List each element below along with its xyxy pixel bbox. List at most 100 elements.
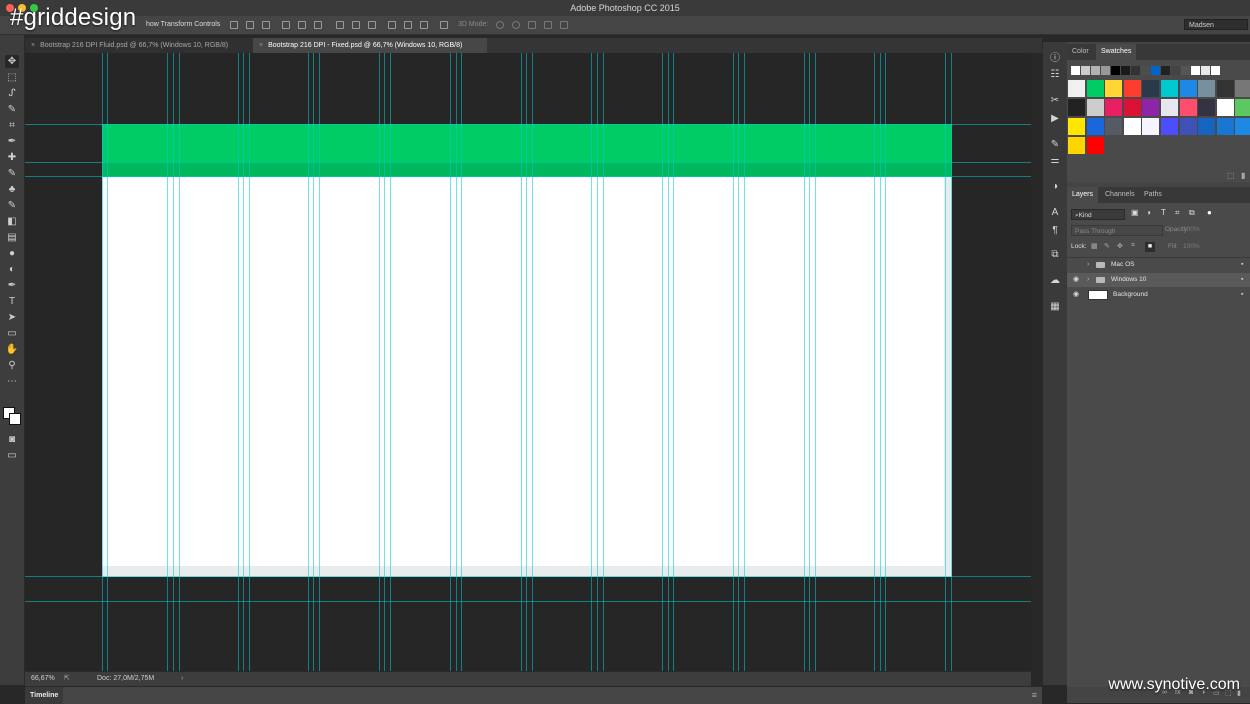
dodge-tool-icon[interactable]: ◐ [5, 263, 19, 276]
filter-toggle-icon[interactable]: ● [1207, 208, 1212, 217]
layer-row[interactable]: ◉ Background ▪ [1067, 288, 1250, 302]
align-bottom-icon[interactable] [262, 21, 270, 29]
properties-icon[interactable]: ⚌ [1048, 154, 1062, 167]
opacity-field[interactable]: 100% [1183, 226, 1200, 233]
filter-type-icon[interactable]: T [1161, 208, 1166, 217]
layer-row[interactable]: › Mac OS ▪ [1067, 258, 1250, 272]
swatch[interactable] [1235, 118, 1250, 135]
swatch[interactable] [1198, 80, 1216, 97]
swatch[interactable] [1161, 66, 1170, 75]
type-tool-icon[interactable]: T [5, 295, 19, 308]
3d-roll-icon[interactable] [512, 21, 520, 29]
screen-mode-icon[interactable]: ▭ [5, 449, 19, 462]
new-swatch-icon[interactable]: ⬚ [1227, 171, 1235, 180]
swatch[interactable] [1161, 80, 1178, 97]
swatch[interactable] [1201, 66, 1210, 75]
show-transform-controls-label[interactable]: how Transform Controls [146, 16, 220, 34]
fill-field[interactable]: 100% [1183, 243, 1200, 250]
swatch[interactable] [1198, 99, 1216, 116]
filter-kind-select[interactable]: ⌕Kind [1071, 209, 1125, 220]
lock-image-icon[interactable]: ✎ [1104, 242, 1110, 250]
navigator-icon[interactable]: ▦ [1048, 300, 1062, 313]
swatch[interactable] [1071, 66, 1080, 75]
filter-pixel-icon[interactable]: ▣ [1131, 208, 1139, 217]
align-left-icon[interactable] [282, 21, 290, 29]
lasso-tool-icon[interactable]: ᔑ [5, 87, 19, 100]
swatch[interactable] [1179, 118, 1197, 135]
chevron-right-icon[interactable]: › [1087, 273, 1089, 287]
filter-adjustment-icon[interactable]: ◑ [1146, 208, 1151, 217]
zoom-level[interactable]: 66,67% [31, 672, 55, 685]
lock-position-icon[interactable]: ✥ [1117, 242, 1123, 250]
swatch[interactable] [1091, 66, 1100, 75]
swatch[interactable] [1068, 137, 1085, 154]
distribute-left-icon[interactable] [388, 21, 396, 29]
3d-rotate-icon[interactable] [496, 21, 504, 29]
3d-slide-icon[interactable] [544, 21, 552, 29]
swatch[interactable] [1179, 99, 1197, 116]
swatch[interactable] [1142, 99, 1160, 116]
tab-paths[interactable]: Paths [1139, 187, 1167, 203]
libraries-icon[interactable]: ☁ [1048, 274, 1062, 287]
hand-tool-icon[interactable]: ✋ [5, 343, 19, 356]
swatch[interactable] [1151, 66, 1160, 75]
eyedropper-tool-icon[interactable]: ✒ [5, 135, 19, 148]
align-right-icon[interactable] [314, 21, 322, 29]
swatch[interactable] [1179, 80, 1197, 97]
3d-pan-icon[interactable] [528, 21, 536, 29]
eraser-tool-icon[interactable]: ◧ [5, 215, 19, 228]
visibility-eye-icon[interactable]: ◉ [1073, 288, 1079, 302]
swatch[interactable] [1211, 66, 1220, 75]
distribute-top-icon[interactable] [336, 21, 344, 29]
tab-channels[interactable]: Channels [1100, 187, 1140, 203]
3d-scale-icon[interactable] [560, 21, 568, 29]
panel-menu-icon[interactable]: ≡ [1032, 687, 1037, 704]
styles-icon[interactable]: ◑ [1048, 180, 1062, 193]
delete-swatch-icon[interactable]: ▮ [1241, 171, 1245, 180]
swatch[interactable] [1086, 137, 1104, 154]
lock-transparent-icon[interactable]: ▦ [1091, 242, 1098, 250]
lock-artboard-icon[interactable]: ⌗ [1131, 242, 1135, 250]
clone-source-icon[interactable]: ⧉ [1048, 248, 1062, 261]
more-tools-icon[interactable]: ⋯ [5, 375, 19, 388]
swatch[interactable] [1216, 99, 1234, 116]
marquee-tool-icon[interactable]: ⬚ [5, 71, 19, 84]
status-menu-icon[interactable]: › [181, 672, 183, 685]
swatch[interactable] [1171, 66, 1180, 75]
chevron-right-icon[interactable]: › [1087, 258, 1089, 272]
info-icon[interactable]: ⓘ [1048, 52, 1062, 65]
swatch[interactable] [1181, 66, 1190, 75]
move-tool-icon[interactable]: ✥ [5, 55, 19, 68]
workspace-switcher[interactable]: Madsen [1184, 19, 1248, 30]
swatch[interactable] [1068, 80, 1085, 97]
crop-tool-icon[interactable]: ⌗ [5, 119, 19, 132]
pen-tool-icon[interactable]: ✒ [5, 279, 19, 292]
swatch[interactable] [1101, 66, 1110, 75]
rectangle-tool-icon[interactable]: ▭ [5, 327, 19, 340]
document-canvas[interactable] [102, 124, 952, 577]
swatch[interactable] [1121, 66, 1130, 75]
swatch[interactable] [1235, 80, 1250, 97]
tab-document-fluid[interactable]: × Bootstrap 216 DPI Fluid.psd @ 66,7% (Wi… [25, 38, 253, 53]
swatch[interactable] [1198, 118, 1216, 135]
distribute-bottom-icon[interactable] [368, 21, 376, 29]
swatch[interactable] [1068, 118, 1085, 135]
tab-swatches[interactable]: Swatches [1096, 44, 1137, 60]
swatch[interactable] [1105, 99, 1123, 116]
canvas-area[interactable] [25, 53, 1031, 671]
filter-shape-icon[interactable]: ⌗ [1175, 208, 1180, 218]
swatch[interactable] [1123, 118, 1141, 135]
actions-icon[interactable]: ✂ [1048, 94, 1062, 107]
zoom-tool-icon[interactable]: ⚲ [5, 359, 19, 372]
healing-brush-tool-icon[interactable]: ✚ [5, 151, 19, 164]
layer-row[interactable]: ◉ › Windows 10 ▪ [1067, 273, 1250, 287]
swatch[interactable] [1235, 99, 1250, 116]
swatch[interactable] [1161, 99, 1178, 116]
background-color-swatch[interactable] [9, 413, 21, 425]
distribute-vcenter-icon[interactable] [352, 21, 360, 29]
character-icon[interactable]: A [1048, 206, 1062, 219]
distribute-hcenter-icon[interactable] [404, 21, 412, 29]
lock-all-icon[interactable]: ■ [1145, 242, 1155, 252]
clone-stamp-tool-icon[interactable]: ♣ [5, 183, 19, 196]
swatch[interactable] [1111, 66, 1120, 75]
